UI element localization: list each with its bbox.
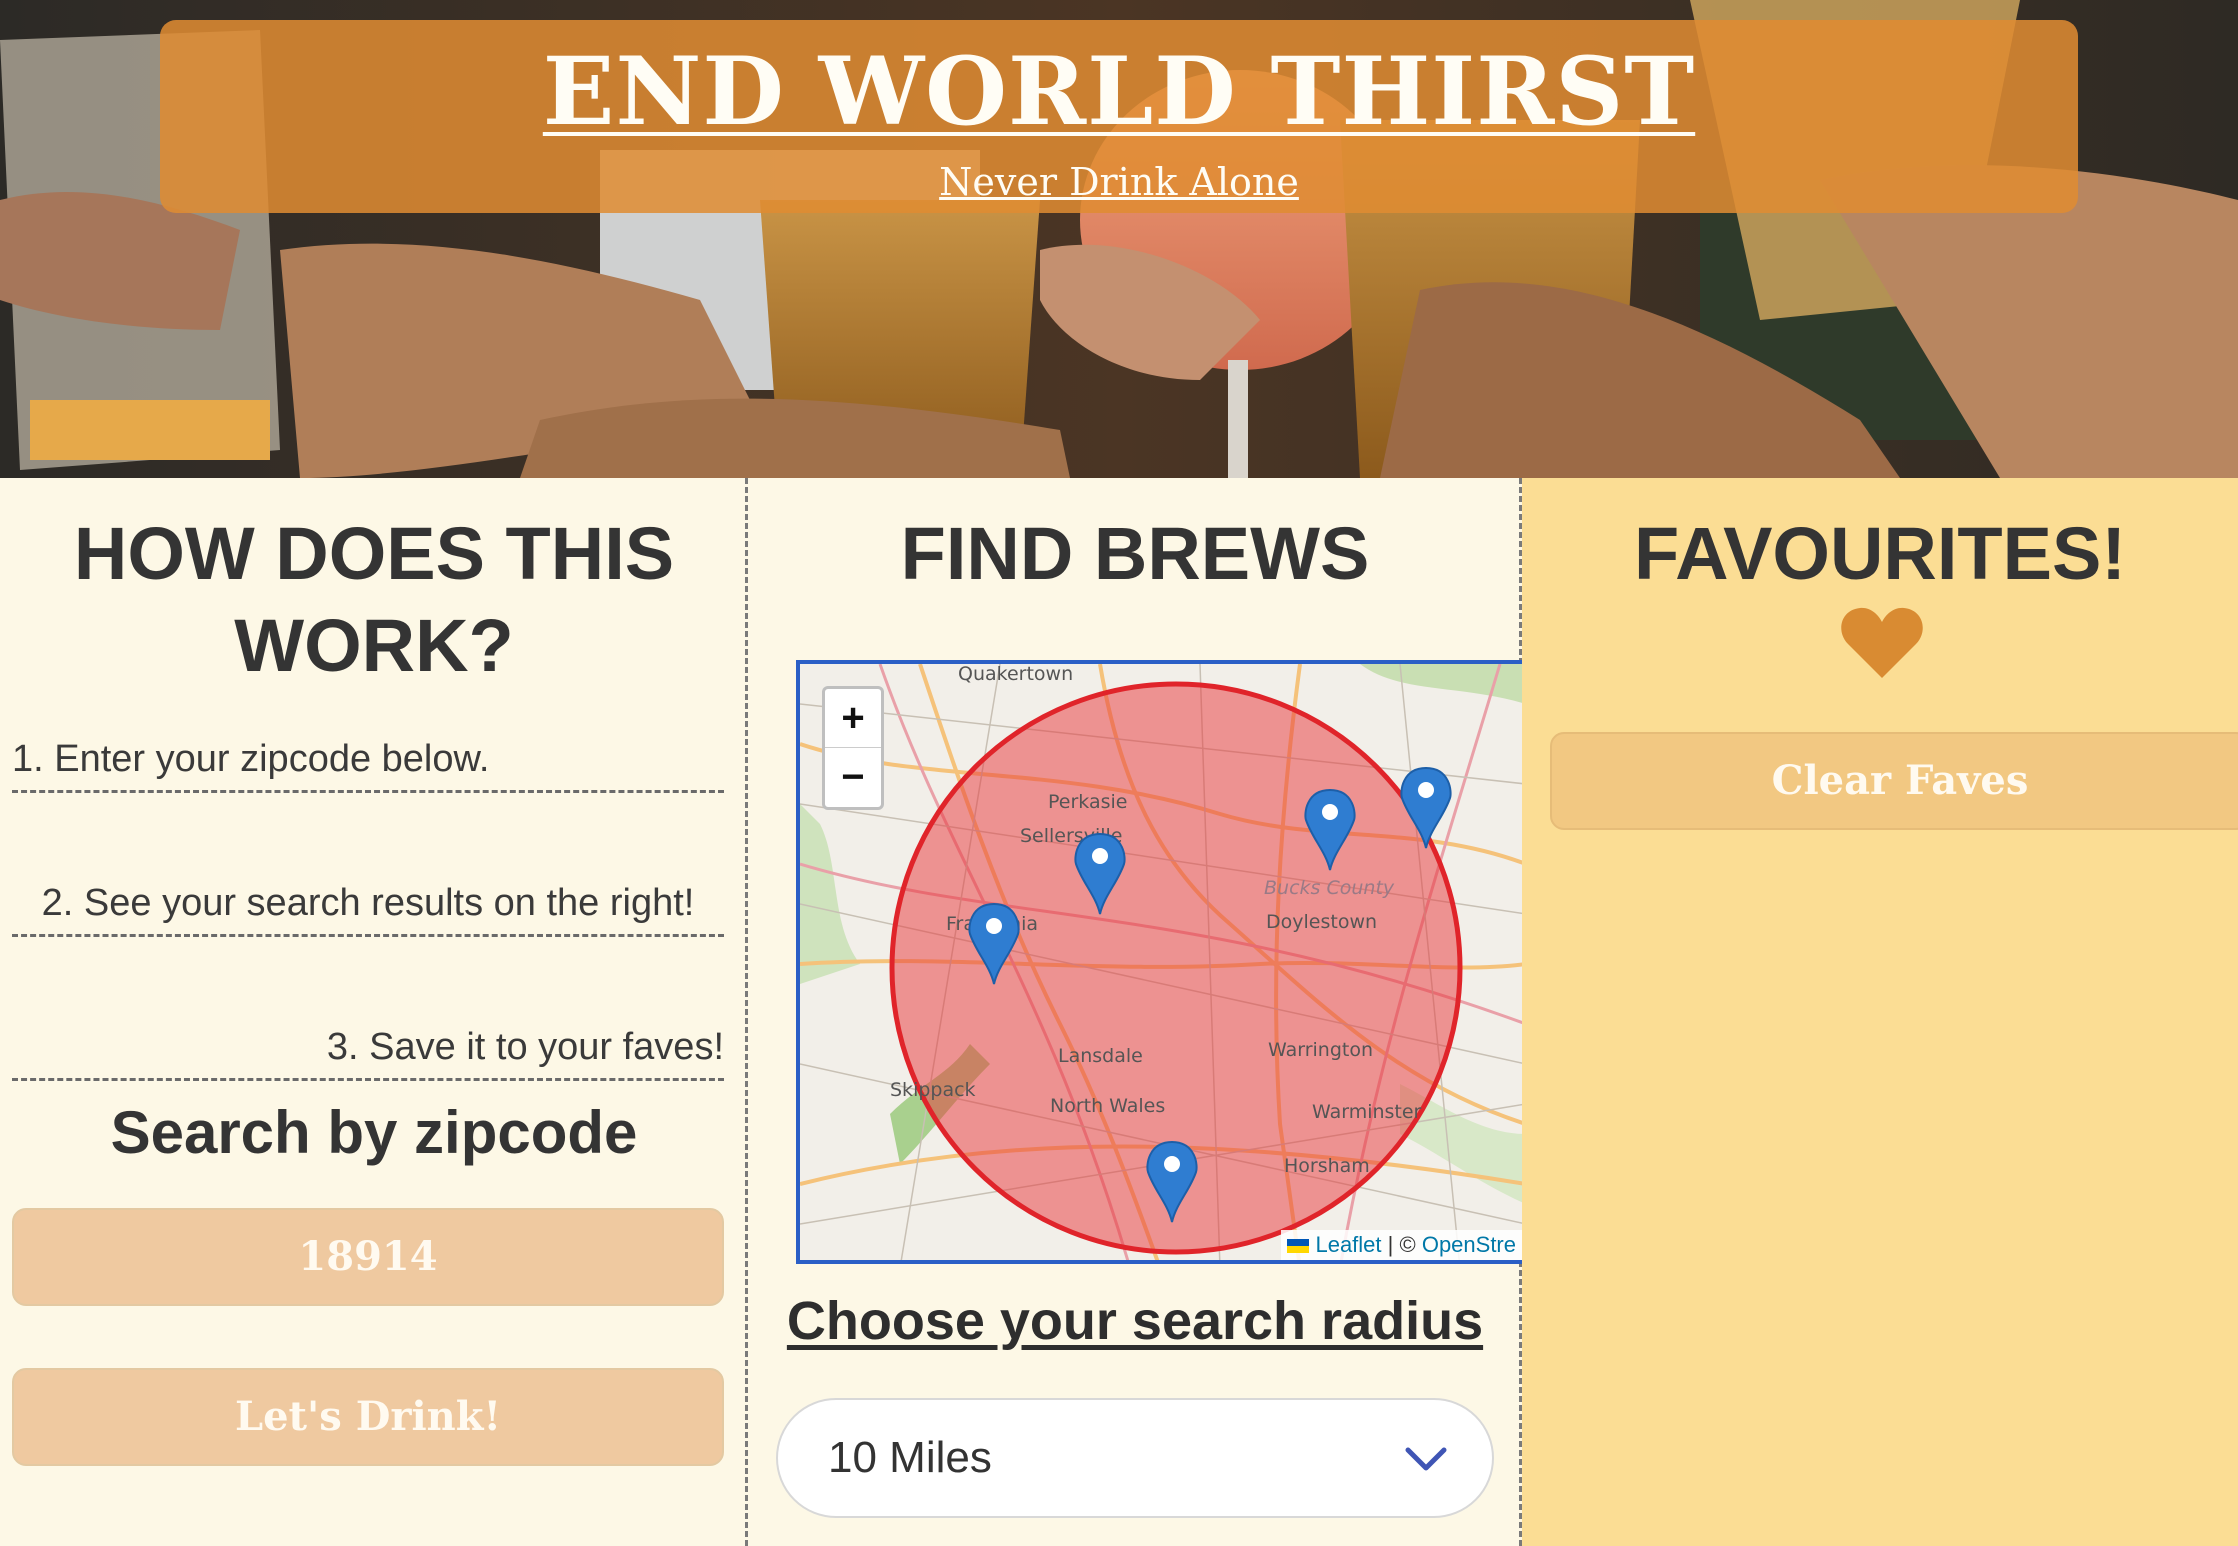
find-brews-heading: FIND BREWS [900,512,1370,595]
leaflet-link[interactable]: Leaflet [1315,1232,1381,1257]
place-label: Warminster [1312,1101,1422,1123]
step-3: 3. Save it to your faves! [12,1024,724,1081]
heart-icon [1841,607,1923,678]
lets-drink-button[interactable]: Let's Drink! [12,1368,724,1466]
step-2: 2. See your search results on the right! [12,880,724,937]
openstreetmap-link[interactable]: OpenStre [1422,1232,1516,1257]
attribution-separator: | © [1387,1232,1416,1257]
site-title[interactable]: END WORLD THIRST [160,20,2078,144]
find-brews-panel: FIND BREWS Quakertown Perkasie Sellersvi… [748,478,1522,1546]
how-it-works-heading: HOW DOES THIS WORK? [73,512,675,687]
place-label: North Wales [1050,1095,1165,1117]
map-attribution: Leaflet | © OpenStre [1281,1230,1522,1260]
zoom-in-button[interactable]: + [825,689,881,748]
zoom-control: + − [822,686,884,810]
place-label: Bucks County [1264,877,1395,899]
place-label: Horsham [1284,1155,1370,1177]
map-tiles: Quakertown Perkasie Sellersville Francon… [800,664,1522,1260]
ukraine-flag-icon [1287,1239,1310,1254]
place-label: Warrington [1268,1039,1373,1061]
zoom-out-button[interactable]: − [825,748,881,807]
search-heading: Search by zipcode [110,1099,638,1166]
brewery-map[interactable]: Quakertown Perkasie Sellersville Francon… [796,660,1522,1264]
radius-select[interactable]: 10 Miles [776,1398,1494,1518]
step-1: 1. Enter your zipcode below. [12,736,724,793]
tagline-link[interactable]: Never Drink Alone [939,160,1299,204]
how-it-works-panel: HOW DOES THIS WORK? 1. Enter your zipcod… [0,478,748,1546]
radius-selected-value: 10 Miles [828,1433,992,1482]
favourites-heading: FAVOURITES! [1634,512,2126,595]
clear-faves-button[interactable]: Clear Faves [1550,732,2238,830]
place-label: Skippack [890,1079,976,1101]
chevron-down-icon [1405,1447,1447,1471]
place-label: Lansdale [1058,1045,1143,1067]
favourites-panel: FAVOURITES! Clear Faves [1522,478,2238,1546]
place-label: Quakertown [958,664,1073,685]
hero-image: END WORLD THIRST Never Drink Alone [0,0,2238,478]
radius-label: Choose your search radius [786,1291,1484,1351]
title-banner: END WORLD THIRST Never Drink Alone [160,20,2078,213]
zipcode-input[interactable]: 18914 [12,1208,724,1306]
place-label: Perkasie [1048,791,1127,813]
place-label: Doylestown [1266,911,1377,933]
